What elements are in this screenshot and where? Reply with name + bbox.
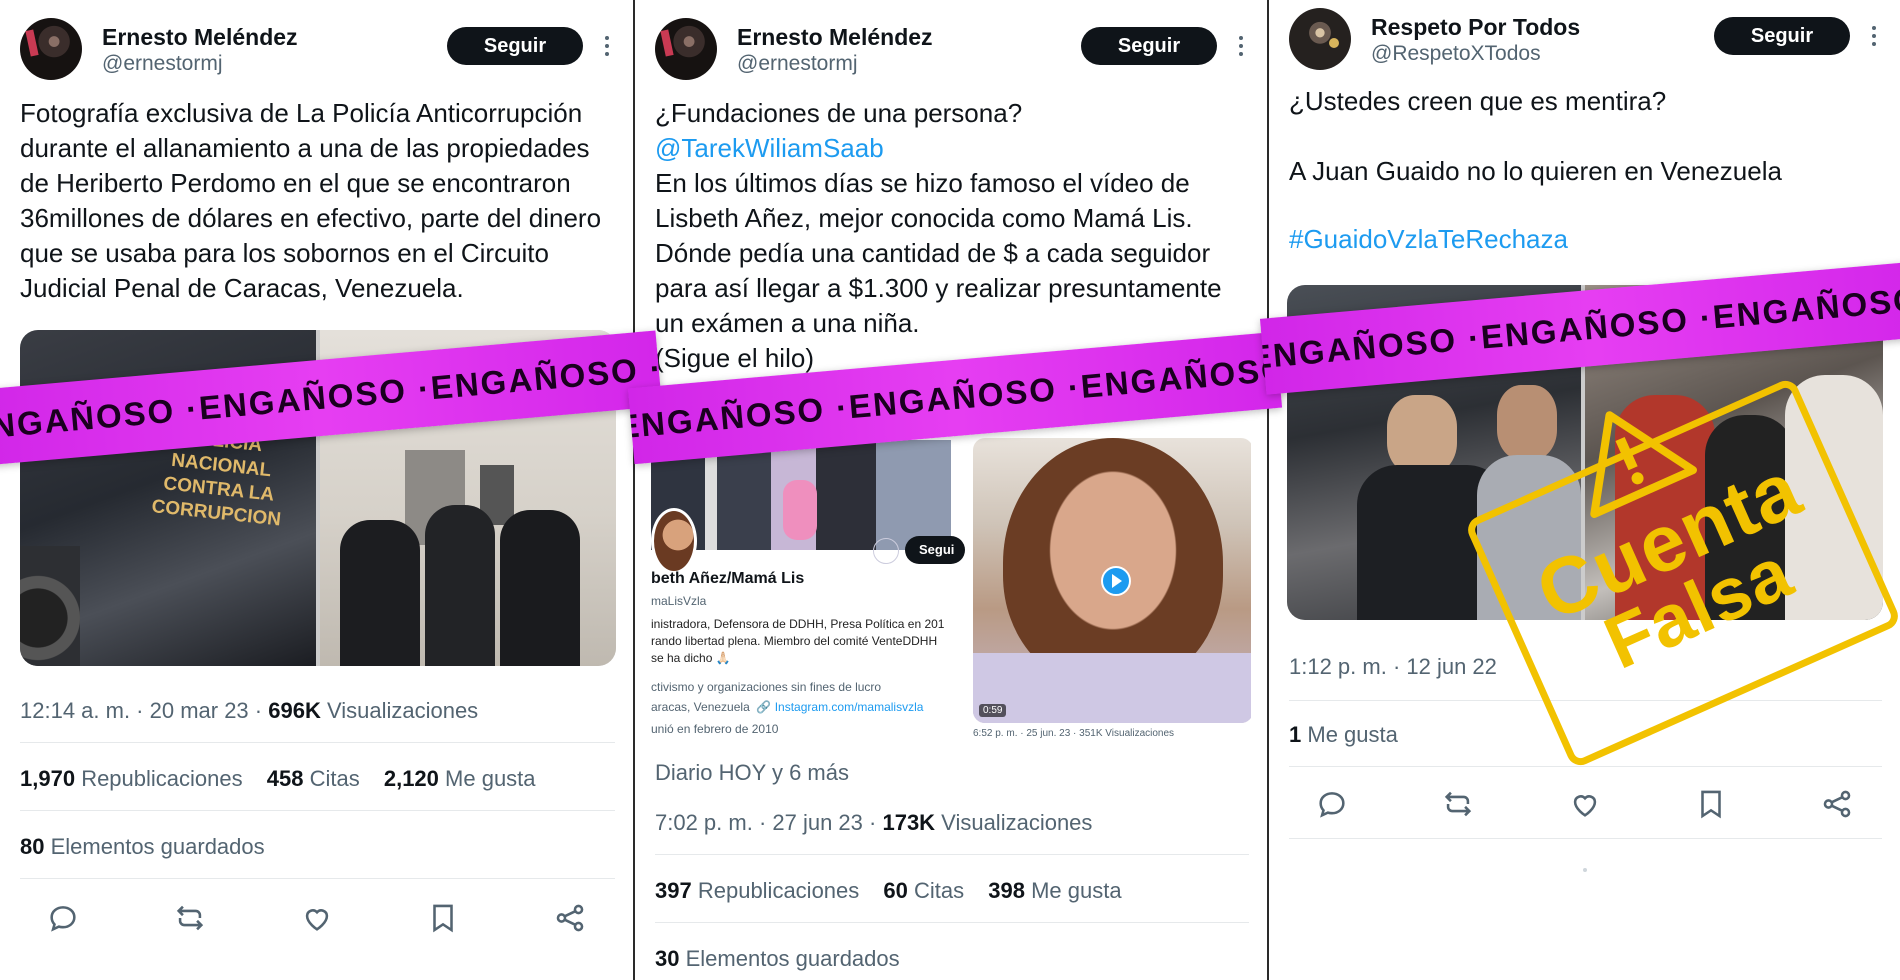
timestamp[interactable]: 7:02 p. m. · 27 jun 23 · [655, 810, 882, 835]
divider [20, 878, 615, 879]
embedded-name: beth Añez/Mamá Lis [651, 570, 805, 587]
tweet-text: ¿Fundaciones de una persona? @TarekWilia… [655, 96, 1249, 376]
tweet-panel-2: Ernesto Meléndez @ernestormj Seguir ¿Fun… [635, 0, 1267, 980]
repost-icon[interactable] [173, 901, 207, 935]
embedded-profile-card: Segui beth Añez/Mamá Lis maLisVzla inist… [651, 420, 965, 740]
divider [655, 922, 1249, 923]
more-options-icon[interactable] [601, 32, 613, 62]
author-name[interactable]: Respeto Por Todos [1371, 14, 1580, 41]
embedded-follow-button: Segui [905, 536, 965, 564]
reply-icon[interactable] [46, 901, 80, 935]
action-bar [1315, 786, 1854, 822]
views-label: Visualizaciones [935, 810, 1093, 835]
quotes-stat[interactable]: 60 Citas [883, 878, 964, 903]
author-name[interactable]: Ernesto Meléndez [102, 24, 298, 51]
divider [20, 810, 615, 811]
more-options-icon[interactable] [1868, 22, 1880, 52]
more-options-icon[interactable] [1235, 32, 1247, 62]
tweet-text-line: ¿Fundaciones de una persona? [655, 98, 1023, 128]
follow-button[interactable]: Seguir [1714, 17, 1850, 55]
play-icon[interactable] [1101, 566, 1131, 596]
views-count: 173K [882, 810, 936, 835]
tweet-header: Respeto Por Todos @RespetoXTodos Seguir [1289, 8, 1880, 74]
divider [1289, 838, 1882, 839]
divider [655, 854, 1249, 855]
like-icon[interactable] [1568, 787, 1602, 821]
divider [1289, 766, 1882, 767]
loading-dot [1583, 868, 1587, 872]
embedded-avatar [651, 508, 697, 574]
timestamp[interactable]: 1:12 p. m. · 12 jun 22 [1289, 654, 1497, 680]
bookmarks-stat: 30 Elementos guardados [655, 946, 900, 971]
embedded-category: ctivismo y organizaciones sin fines de l… [651, 680, 882, 694]
likes-stat[interactable]: 1 Me gusta [1289, 722, 1398, 748]
share-icon[interactable] [1820, 787, 1854, 821]
embedded-video[interactable]: 0:59 [973, 438, 1251, 723]
tweet-stats: 397 Republicaciones 60 Citas 398 Me gust… [655, 878, 1140, 904]
tweet-header: Ernesto Meléndez @ernestormj Seguir [20, 18, 613, 84]
author-handle[interactable]: @ernestormj [102, 52, 223, 76]
repost-icon[interactable] [1441, 787, 1475, 821]
reposts-stat[interactable]: 397 Republicaciones [655, 878, 859, 903]
embedded-location: aracas, Venezuela 🔗 Instagram.com/mamali… [651, 700, 924, 714]
views-label: Visualizaciones [320, 698, 479, 723]
tweet-panel-1: Ernesto Meléndez @ernestormj Seguir Foto… [0, 0, 633, 980]
tweet-header: Ernesto Meléndez @ernestormj Seguir [655, 18, 1247, 84]
embedded-joined: unió en febrero de 2010 [651, 722, 779, 736]
avatar[interactable] [655, 18, 717, 80]
like-icon[interactable] [300, 901, 334, 935]
tweet-stats: 1,970 Republicaciones 458 Citas 2,120 Me… [20, 766, 554, 792]
hashtag-link[interactable]: #GuaidoVzlaTeRechaza [1289, 222, 1882, 257]
author-name[interactable]: Ernesto Meléndez [737, 24, 933, 51]
author-handle[interactable]: @ernestormj [737, 52, 858, 76]
embedded-handle: maLisVzla [651, 594, 707, 608]
bookmark-icon[interactable] [1694, 787, 1728, 821]
likes-stat[interactable]: 398 Me gusta [988, 878, 1121, 903]
embedded-video-meta: 6:52 p. m. · 25 jun. 23 · 351K Visualiza… [973, 728, 1175, 739]
bookmarks-stat: 80 Elementos guardados [20, 834, 265, 859]
video-duration: 0:59 [979, 704, 1007, 717]
tweet-meta: 7:02 p. m. · 27 jun 23 · 173K Visualizac… [655, 810, 1092, 836]
share-icon[interactable] [553, 901, 587, 935]
tweet-meta: 12:14 a. m. · 20 mar 23 · 696K Visualiza… [20, 698, 478, 724]
tweet-media-screenshot[interactable]: Segui beth Añez/Mamá Lis maLisVzla inist… [651, 420, 1251, 740]
action-bar [46, 900, 587, 936]
tweet-text-body: En los últimos días se hizo famoso el ví… [655, 168, 1222, 373]
source-line[interactable]: Diario HOY y 6 más [655, 760, 849, 786]
mention-link[interactable]: @TarekWiliamSaab [655, 133, 884, 163]
bookmark-icon[interactable] [426, 901, 460, 935]
timestamp[interactable]: 12:14 a. m. · 20 mar 23 · [20, 698, 268, 723]
tweet-text-line: ¿Ustedes creen que es mentira? [1289, 86, 1667, 116]
follow-button[interactable]: Seguir [447, 27, 583, 65]
tweet-text: Fotografía exclusiva de La Policía Antic… [20, 98, 602, 303]
embedded-bio: inistradora, Defensora de DDHH, Presa Po… [651, 617, 945, 665]
likes-stat[interactable]: 2,120 Me gusta [384, 766, 536, 791]
reply-icon[interactable] [1315, 787, 1349, 821]
avatar[interactable] [1289, 8, 1351, 70]
tweet-text-line: A Juan Guaido no lo quieren en Venezuela [1289, 156, 1782, 186]
avatar[interactable] [20, 18, 82, 80]
views-count: 696K [268, 698, 321, 723]
divider [20, 742, 615, 743]
quotes-stat[interactable]: 458 Citas [267, 766, 360, 791]
author-handle[interactable]: @RespetoXTodos [1371, 42, 1541, 66]
follow-button[interactable]: Seguir [1081, 27, 1217, 65]
reposts-stat[interactable]: 1,970 Republicaciones [20, 766, 243, 791]
